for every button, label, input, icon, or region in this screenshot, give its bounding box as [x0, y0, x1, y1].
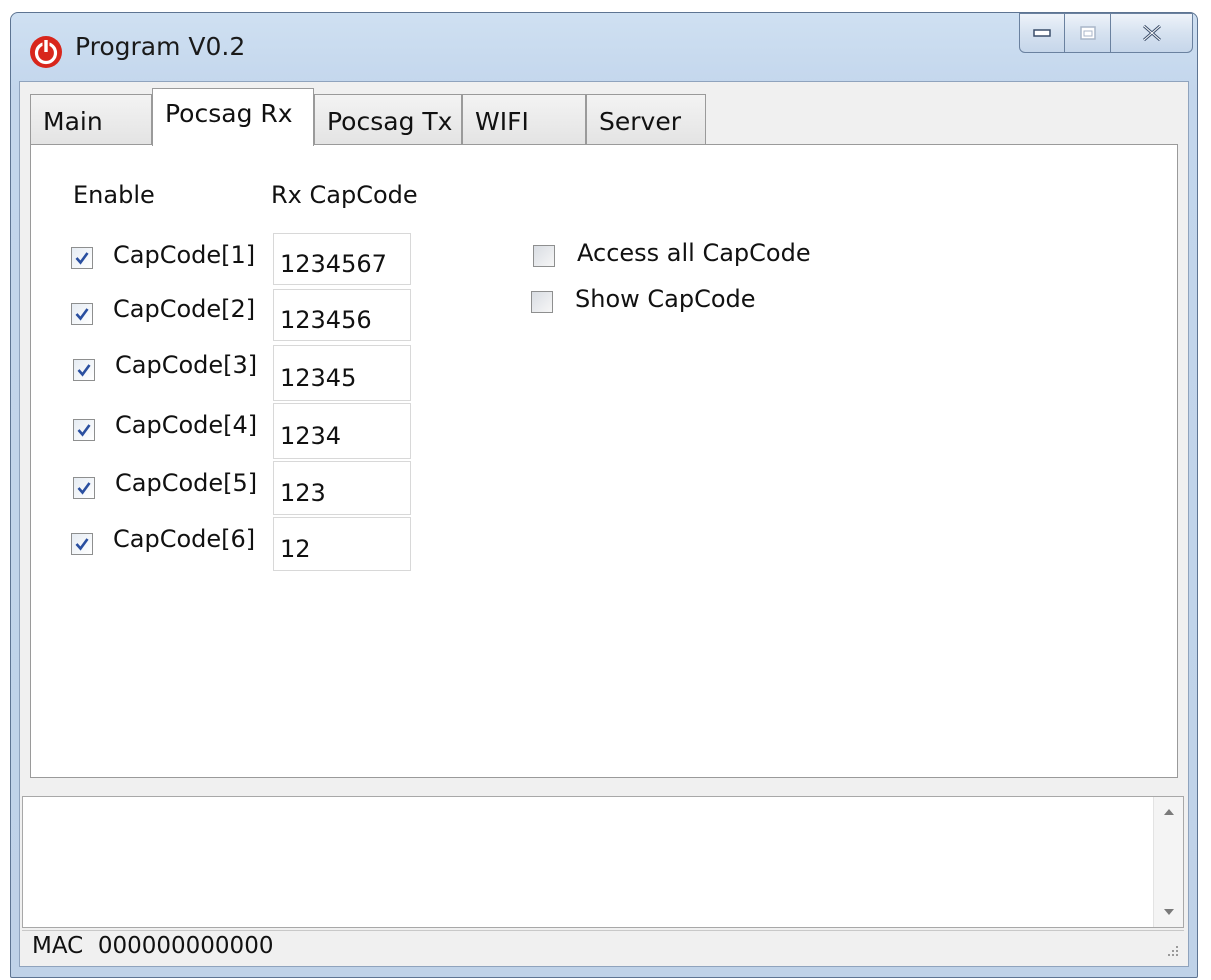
- capcode-1-label: CapCode[1]: [113, 241, 256, 269]
- capcode-2-label: CapCode[2]: [113, 295, 256, 323]
- show-capcode-checkbox[interactable]: [531, 291, 553, 313]
- checkmark-icon: [75, 538, 89, 551]
- close-button[interactable]: [1111, 13, 1193, 53]
- window-title: Program V0.2: [75, 32, 246, 61]
- tab-pocsag-tx-label: Pocsag Tx: [327, 107, 453, 136]
- capcode-6-checkbox[interactable]: [71, 533, 93, 555]
- checkmark-icon: [77, 424, 91, 437]
- capcode-5-label: CapCode[5]: [115, 469, 258, 497]
- capcode-6-label: CapCode[6]: [113, 525, 256, 553]
- log-textbox[interactable]: [23, 797, 1153, 927]
- capcode-5-input[interactable]: [273, 461, 411, 515]
- access-all-capcode-label: Access all CapCode: [577, 239, 811, 267]
- capcode-6-input[interactable]: [273, 517, 411, 571]
- tab-pocsag-tx[interactable]: Pocsag Tx: [314, 94, 462, 146]
- scroll-down-button[interactable]: [1154, 899, 1183, 925]
- log-scrollbar[interactable]: [1153, 797, 1183, 927]
- capcode-1-checkbox[interactable]: [71, 247, 93, 269]
- capcode-1-input[interactable]: [273, 233, 411, 285]
- capcode-3-label: CapCode[3]: [115, 351, 258, 379]
- capcode-4-label: CapCode[4]: [115, 411, 258, 439]
- access-all-capcode-checkbox[interactable]: [533, 245, 555, 267]
- tab-server[interactable]: Server: [586, 94, 706, 146]
- tab-server-label: Server: [599, 107, 681, 136]
- capcode-5-checkbox[interactable]: [73, 477, 95, 499]
- capcode-3-checkbox[interactable]: [73, 359, 95, 381]
- capcode-3-input[interactable]: [273, 345, 411, 401]
- tab-pocsag-rx-label: Pocsag Rx: [165, 99, 293, 128]
- capcode-2-checkbox[interactable]: [71, 303, 93, 325]
- client-area: Main Pocsag Rx Pocsag Tx WIFI Server Ena…: [19, 81, 1189, 967]
- minimize-icon: [1033, 29, 1051, 37]
- checkmark-icon: [75, 308, 89, 321]
- log-area: [22, 796, 1184, 928]
- tab-main[interactable]: Main: [30, 94, 152, 146]
- title-bar[interactable]: Program V0.2: [11, 13, 1197, 81]
- tab-wifi[interactable]: WIFI: [462, 94, 586, 146]
- maximize-button[interactable]: [1065, 13, 1111, 53]
- pocsag-rx-panel: Enable Rx CapCode CapCode[1] CapCode[2] …: [30, 144, 1178, 778]
- checkmark-icon: [77, 364, 91, 377]
- app-window: Program V0.2 Main Pocsag Rx Pocsag Tx WI…: [10, 12, 1198, 978]
- maximize-icon: [1079, 26, 1096, 40]
- status-bar: MAC 000000000000: [22, 930, 1184, 962]
- mac-status-text: MAC 000000000000: [32, 933, 274, 959]
- enable-header: Enable: [73, 181, 155, 209]
- chevron-up-icon: [1163, 809, 1174, 815]
- tab-pocsag-rx[interactable]: Pocsag Rx: [152, 88, 314, 146]
- tab-main-label: Main: [43, 107, 103, 136]
- resize-grip-icon[interactable]: [1164, 944, 1180, 960]
- tab-wifi-label: WIFI: [475, 107, 529, 136]
- rx-capcode-header: Rx CapCode: [271, 181, 418, 209]
- capcode-4-checkbox[interactable]: [73, 419, 95, 441]
- show-capcode-label: Show CapCode: [575, 285, 756, 313]
- power-icon: [30, 36, 62, 68]
- capcode-4-input[interactable]: [273, 403, 411, 459]
- minimize-button[interactable]: [1019, 13, 1065, 53]
- chevron-down-icon: [1163, 909, 1174, 915]
- checkmark-icon: [75, 252, 89, 265]
- checkmark-icon: [77, 482, 91, 495]
- capcode-2-input[interactable]: [273, 289, 411, 341]
- close-icon: [1142, 24, 1161, 42]
- scroll-up-button[interactable]: [1154, 799, 1183, 825]
- caption-buttons: [1019, 13, 1193, 53]
